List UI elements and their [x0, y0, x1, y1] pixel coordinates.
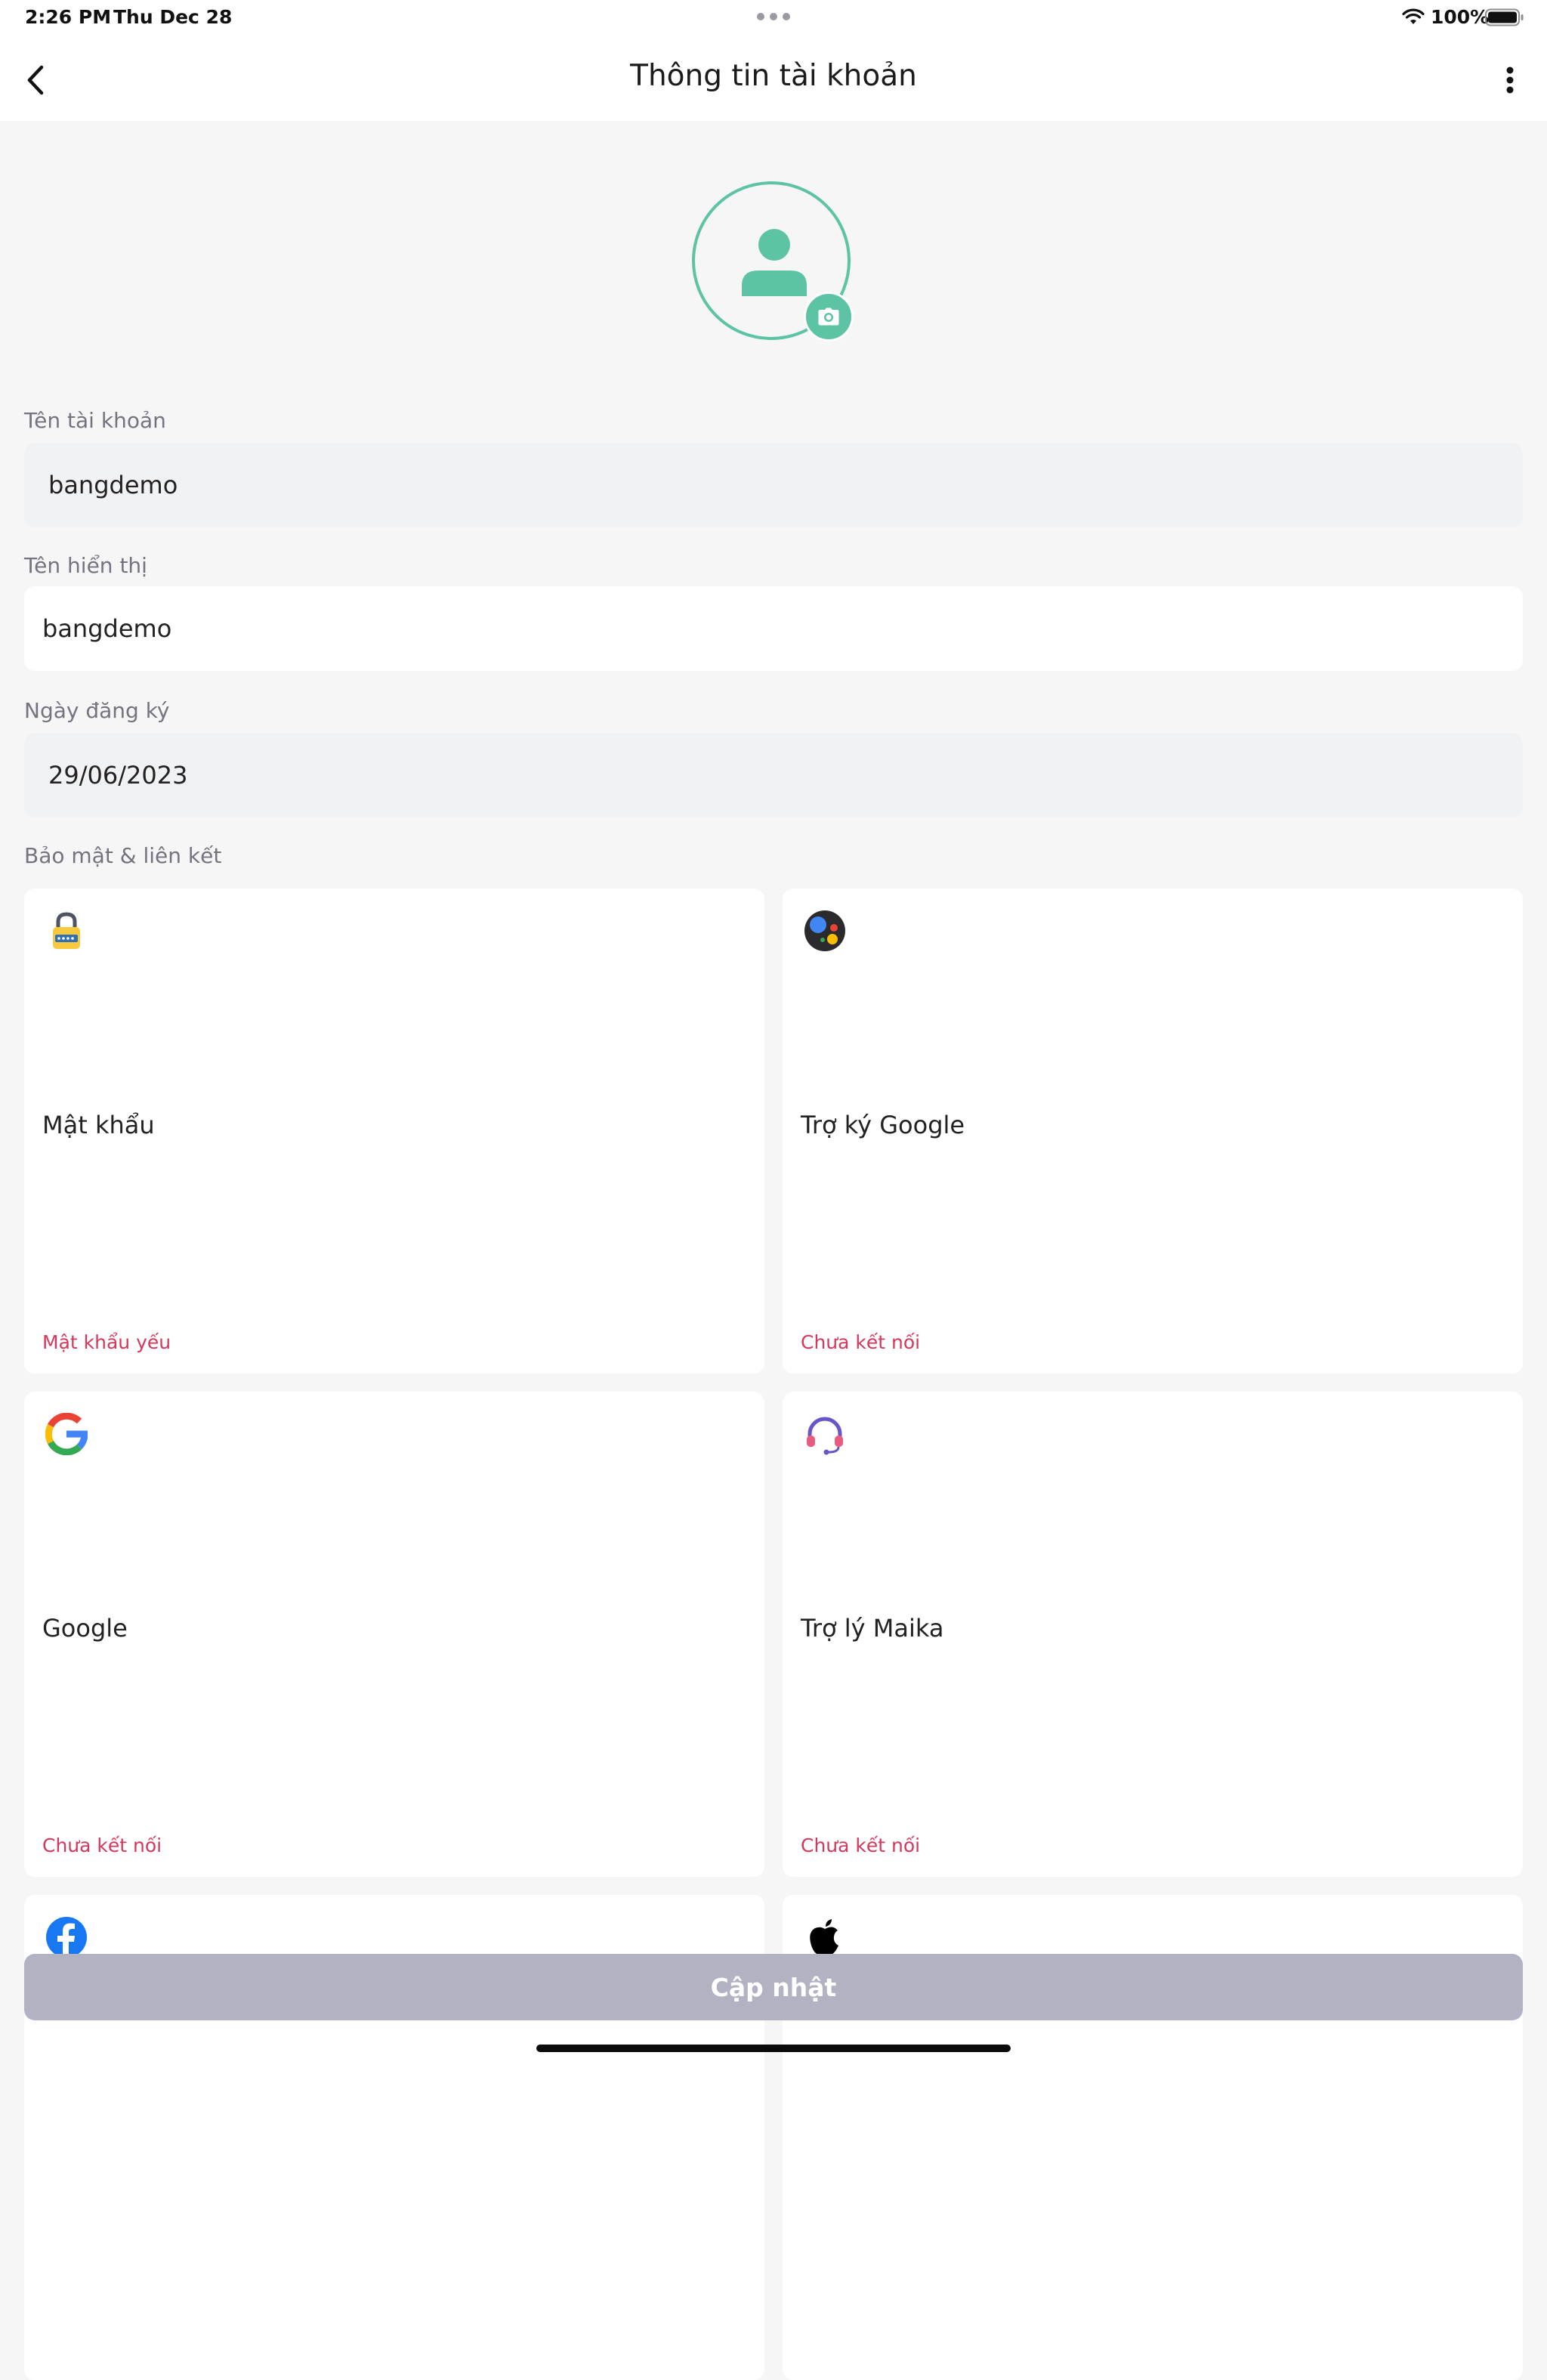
google-assistant-card[interactable]: Trợ ký Google Chưa kết nối [783, 889, 1523, 1374]
multitasking-dots-icon[interactable] [757, 13, 790, 20]
camera-icon [818, 308, 839, 326]
user-icon [742, 229, 807, 296]
more-vertical-icon [1506, 66, 1514, 94]
update-button[interactable]: Cập nhật [24, 1954, 1523, 2020]
password-card[interactable]: Mật khẩu Mật khẩu yếu [24, 889, 764, 1374]
register-date-label: Ngày đăng ký [24, 698, 170, 723]
display-name-input[interactable] [42, 614, 1523, 643]
card-status: Chưa kết nối [42, 1834, 162, 1856]
page-title: Thông tin tài khoản [630, 59, 917, 93]
status-date: Thu Dec 28 [113, 6, 233, 28]
register-date-field: 29/06/2023 [24, 733, 1523, 818]
card-status: Mật khẩu yếu [42, 1331, 171, 1353]
status-time: 2:26 PM [25, 6, 112, 28]
card-status: Chưa kết nối [801, 1834, 921, 1856]
apple-icon [810, 1919, 838, 1955]
display-name-field[interactable] [24, 586, 1523, 671]
status-bar: 2:26 PM Thu Dec 28 100% [0, 0, 1547, 39]
card-status: Chưa kết nối [801, 1331, 921, 1353]
more-options-button[interactable] [1493, 57, 1527, 103]
display-name-label: Tên hiển thị [24, 553, 147, 578]
card-title: Trợ ký Google [801, 1111, 965, 1139]
google-card[interactable]: Google Chưa kết nối [24, 1392, 764, 1877]
home-indicator[interactable] [536, 2045, 1011, 2052]
account-name-label: Tên tài khoản [24, 408, 166, 433]
card-title: Mật khẩu [42, 1111, 155, 1139]
facebook-icon [46, 1917, 87, 1958]
maika-assistant-card[interactable]: Trợ lý Maika Chưa kết nối [783, 1392, 1523, 1877]
change-avatar-button[interactable] [804, 292, 854, 342]
headset-icon [807, 1417, 843, 1455]
google-icon [45, 1413, 88, 1455]
card-title: Trợ lý Maika [801, 1614, 944, 1643]
google-assistant-icon [804, 910, 845, 951]
wifi-icon [1402, 8, 1425, 24]
navigation-header: Thông tin tài khoản [0, 39, 1547, 121]
account-name-field: bangdemo [24, 443, 1523, 527]
battery-icon [1485, 8, 1524, 26]
security-section-label: Bảo mật & liên kết [24, 843, 222, 868]
card-title: Google [42, 1614, 128, 1643]
battery-percentage: 100% [1431, 6, 1490, 28]
lock-icon [53, 912, 80, 949]
